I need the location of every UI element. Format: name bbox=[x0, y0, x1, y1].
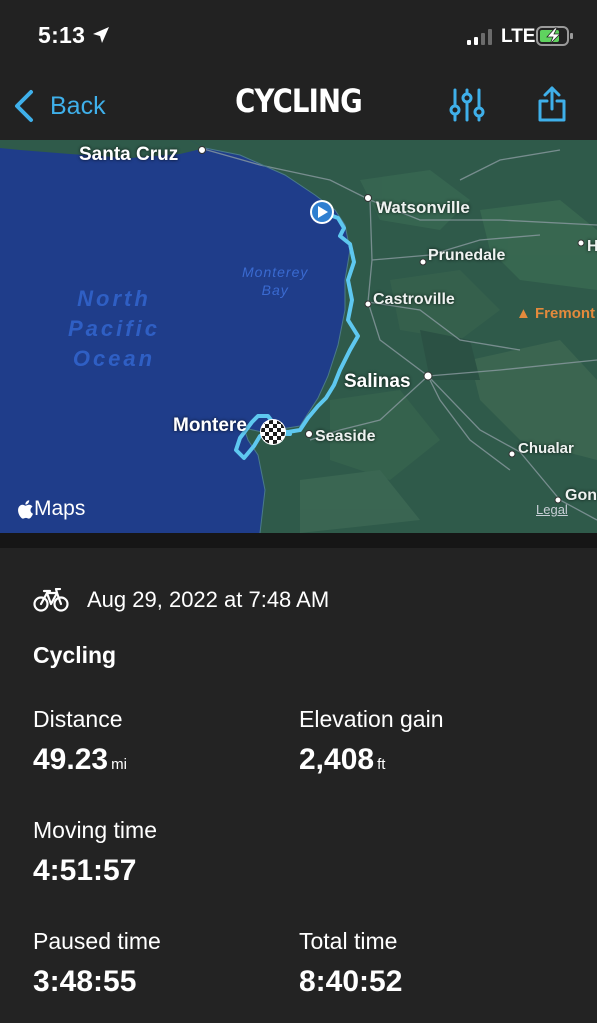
battery-charging-icon bbox=[536, 26, 573, 46]
maps-attribution: Maps bbox=[16, 497, 85, 521]
stat-elevation-gain: Elevation gain 2,408 ft bbox=[299, 706, 444, 777]
share-icon[interactable] bbox=[537, 85, 567, 123]
bay-label-line: Monterey bbox=[242, 264, 309, 280]
stat-total-time: Total time 8:40:52 bbox=[299, 928, 402, 999]
stat-unit: ft bbox=[377, 756, 386, 773]
stat-value: 2,408 ft bbox=[299, 743, 444, 777]
stat-label: Elevation gain bbox=[299, 706, 444, 732]
network-type: LTE bbox=[501, 26, 536, 47]
legal-link[interactable]: Legal bbox=[536, 502, 568, 517]
stat-value: 4:51:57 bbox=[33, 854, 137, 887]
apple-logo-icon bbox=[18, 499, 33, 519]
stat-moving-time: Moving time 4:51:57 bbox=[33, 817, 157, 888]
divider bbox=[0, 533, 597, 548]
stat-value: 49.23 mi bbox=[33, 743, 127, 777]
bay-label-line: Bay bbox=[261, 282, 289, 298]
workout-date-row: Aug 29, 2022 at 7:48 AM bbox=[33, 587, 329, 613]
stat-value: 8:40:52 bbox=[299, 965, 403, 998]
stat-distance: Distance 49.23 mi bbox=[33, 706, 127, 777]
stat-unit: mi bbox=[111, 756, 127, 773]
place-fremont-label: Fremont bbox=[535, 305, 596, 322]
ocean-label-line: North bbox=[77, 286, 151, 311]
place-chualar: Chualar bbox=[518, 440, 574, 457]
place-santa-cruz: Santa Cruz bbox=[79, 144, 179, 165]
sliders-icon[interactable] bbox=[449, 88, 485, 122]
stat-label: Distance bbox=[33, 706, 123, 732]
place-monterey: Montere bbox=[173, 415, 247, 436]
place-prunedale: Prunedale bbox=[428, 247, 506, 264]
bicycle-icon bbox=[33, 588, 69, 612]
maps-attribution-label: Maps bbox=[34, 497, 86, 520]
ocean-label-line: Pacific bbox=[68, 316, 160, 341]
stat-number: 2,408 bbox=[299, 743, 375, 776]
workout-date: Aug 29, 2022 at 7:48 AM bbox=[87, 587, 330, 612]
stat-label: Moving time bbox=[33, 817, 157, 843]
place-fremont: ▲ Fremont bbox=[516, 305, 596, 322]
ocean-label-line: Ocean bbox=[72, 346, 156, 371]
status-time: 5:13 bbox=[38, 22, 86, 48]
place-h: H bbox=[587, 238, 597, 255]
chevron-left-icon bbox=[15, 90, 33, 122]
place-salinas: Salinas bbox=[344, 371, 411, 392]
place-seaside: Seaside bbox=[315, 428, 376, 445]
stat-paused-time: Paused time 3:48:55 bbox=[33, 928, 161, 999]
place-gonzales: Gon bbox=[565, 487, 597, 504]
stat-label: Paused time bbox=[33, 928, 161, 954]
route-finish-marker bbox=[260, 419, 286, 445]
signal-bars-icon bbox=[467, 29, 492, 45]
ocean-label: North Pacific Ocean bbox=[68, 284, 160, 374]
route-start-marker bbox=[310, 200, 334, 224]
navigation-bar: Back CYCLING bbox=[0, 70, 597, 140]
workout-details: Aug 29, 2022 at 7:48 AM Cycling Distance… bbox=[0, 548, 597, 1023]
stat-number: 49.23 bbox=[33, 743, 109, 776]
place-watsonville: Watsonville bbox=[376, 198, 470, 217]
location-arrow-icon bbox=[93, 27, 109, 43]
stat-label: Total time bbox=[299, 928, 398, 954]
activity-type: Cycling bbox=[33, 642, 117, 668]
route-map[interactable]: North Pacific Ocean Monterey Bay Santa C… bbox=[0, 140, 597, 533]
bay-label: Monterey Bay bbox=[242, 263, 308, 299]
status-bar: 5:13 LTE bbox=[0, 0, 597, 70]
place-castroville: Castroville bbox=[373, 291, 455, 308]
stat-value: 3:48:55 bbox=[33, 965, 137, 998]
